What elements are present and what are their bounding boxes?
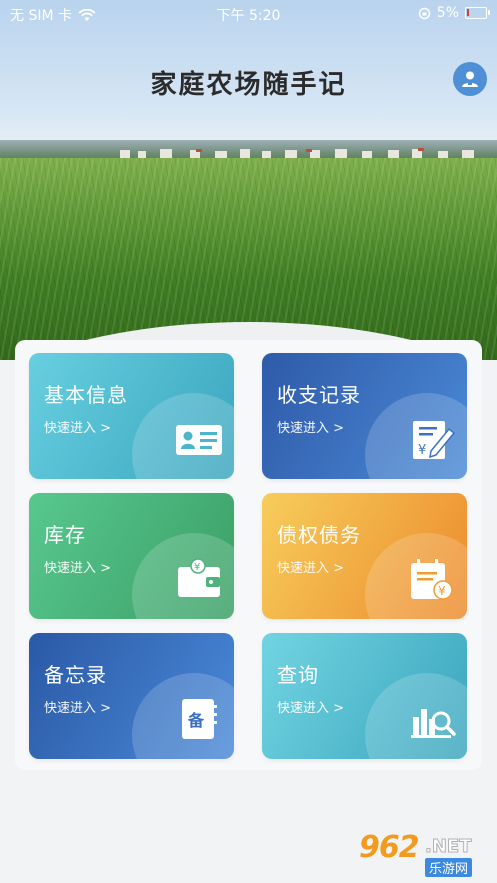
user-icon <box>462 71 478 87</box>
orientation-lock-icon <box>418 7 430 19</box>
status-right: 5% <box>418 5 490 21</box>
memo-char: 备 <box>187 711 205 730</box>
feature-panel: 基本信息 快速进入 > 收支记录 快速进入 > ¥ 库存 快速进入 > ¥ 债权… <box>15 340 482 770</box>
card-enter-link[interactable]: 快速进入 > <box>277 417 344 436</box>
card-debt[interactable]: 债权债务 快速进入 > ¥ <box>262 493 467 619</box>
watermark-logo: 962 .NET 乐游网 <box>359 830 489 880</box>
watermark-number: 962 <box>359 830 420 865</box>
watermark-cn: 乐游网 <box>425 858 473 877</box>
card-query[interactable]: 查询 快速进入 > <box>262 633 467 759</box>
card-inventory[interactable]: 库存 快速进入 > ¥ <box>29 493 234 619</box>
card-enter-link[interactable]: 快速进入 > <box>277 557 344 576</box>
card-title: 债权债务 <box>277 523 361 547</box>
yen-symbol: ¥ <box>194 562 200 573</box>
status-bar: 无 SIM 卡 下午 5:20 5% <box>0 0 497 26</box>
card-enter-link[interactable]: 快速进入 > <box>44 697 111 716</box>
card-income-expense[interactable]: 收支记录 快速进入 > ¥ <box>262 353 467 479</box>
yen-symbol: ¥ <box>418 443 426 458</box>
card-title: 查询 <box>277 663 319 687</box>
card-title: 收支记录 <box>277 383 361 407</box>
card-title: 库存 <box>44 523 86 547</box>
id-card-icon <box>176 425 222 455</box>
card-enter-link[interactable]: 快速进入 > <box>277 697 344 716</box>
hero-banner <box>0 0 497 360</box>
card-memo[interactable]: 备忘录 快速进入 > 备 <box>29 633 234 759</box>
memo-book-icon: 备 <box>182 699 217 739</box>
debt-calendar-icon: ¥ <box>411 559 453 600</box>
watermark-net: .NET <box>424 836 472 858</box>
card-title: 基本信息 <box>44 383 128 407</box>
finance-note-icon: ¥ <box>413 421 456 459</box>
battery-icon <box>465 7 490 19</box>
profile-button[interactable] <box>453 62 487 96</box>
card-basic-info[interactable]: 基本信息 快速进入 > <box>29 353 234 479</box>
card-title: 备忘录 <box>44 663 107 687</box>
chart-search-icon <box>411 709 456 738</box>
card-enter-link[interactable]: 快速进入 > <box>44 557 111 576</box>
app-title: 家庭农场随手记 <box>150 70 347 100</box>
battery-percent: 5% <box>436 5 459 21</box>
yen-symbol: ¥ <box>438 584 446 598</box>
card-enter-link[interactable]: 快速进入 > <box>44 417 111 436</box>
wallet-icon: ¥ <box>178 558 220 597</box>
